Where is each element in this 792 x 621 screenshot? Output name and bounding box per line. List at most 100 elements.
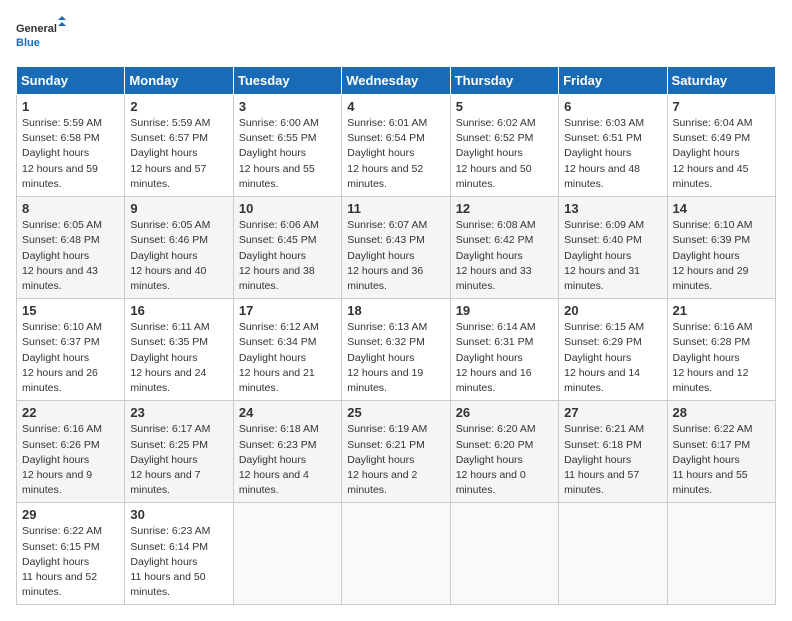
calendar-cell: 22 Sunrise: 6:16 AM Sunset: 6:26 PM Dayl… bbox=[17, 401, 125, 503]
calendar-cell: 27 Sunrise: 6:21 AM Sunset: 6:18 PM Dayl… bbox=[559, 401, 667, 503]
day-number: 13 bbox=[564, 201, 661, 216]
calendar-cell: 13 Sunrise: 6:09 AM Sunset: 6:40 PM Dayl… bbox=[559, 197, 667, 299]
svg-text:General: General bbox=[16, 23, 57, 35]
logo: General Blue bbox=[16, 16, 66, 56]
col-header-tuesday: Tuesday bbox=[233, 67, 341, 95]
calendar-cell: 12 Sunrise: 6:08 AM Sunset: 6:42 PM Dayl… bbox=[450, 197, 558, 299]
calendar-week-row-1: 1 Sunrise: 5:59 AM Sunset: 6:58 PM Dayli… bbox=[17, 95, 776, 197]
calendar-cell bbox=[450, 503, 558, 605]
day-number: 6 bbox=[564, 99, 661, 114]
day-number: 8 bbox=[22, 201, 119, 216]
col-header-friday: Friday bbox=[559, 67, 667, 95]
day-detail: Sunrise: 6:18 AM Sunset: 6:23 PM Dayligh… bbox=[239, 422, 336, 498]
day-number: 12 bbox=[456, 201, 553, 216]
day-detail: Sunrise: 6:16 AM Sunset: 6:28 PM Dayligh… bbox=[673, 320, 770, 396]
day-number: 16 bbox=[130, 303, 227, 318]
calendar-cell: 28 Sunrise: 6:22 AM Sunset: 6:17 PM Dayl… bbox=[667, 401, 775, 503]
day-number: 10 bbox=[239, 201, 336, 216]
calendar-cell: 15 Sunrise: 6:10 AM Sunset: 6:37 PM Dayl… bbox=[17, 299, 125, 401]
day-detail: Sunrise: 6:22 AM Sunset: 6:15 PM Dayligh… bbox=[22, 524, 119, 600]
day-number: 19 bbox=[456, 303, 553, 318]
day-detail: Sunrise: 6:12 AM Sunset: 6:34 PM Dayligh… bbox=[239, 320, 336, 396]
day-detail: Sunrise: 6:10 AM Sunset: 6:37 PM Dayligh… bbox=[22, 320, 119, 396]
day-detail: Sunrise: 6:23 AM Sunset: 6:14 PM Dayligh… bbox=[130, 524, 227, 600]
day-number: 14 bbox=[673, 201, 770, 216]
calendar-cell bbox=[233, 503, 341, 605]
svg-text:Blue: Blue bbox=[16, 37, 40, 49]
calendar-cell: 21 Sunrise: 6:16 AM Sunset: 6:28 PM Dayl… bbox=[667, 299, 775, 401]
col-header-thursday: Thursday bbox=[450, 67, 558, 95]
calendar-cell: 16 Sunrise: 6:11 AM Sunset: 6:35 PM Dayl… bbox=[125, 299, 233, 401]
day-detail: Sunrise: 6:11 AM Sunset: 6:35 PM Dayligh… bbox=[130, 320, 227, 396]
calendar-cell: 7 Sunrise: 6:04 AM Sunset: 6:49 PM Dayli… bbox=[667, 95, 775, 197]
day-number: 3 bbox=[239, 99, 336, 114]
day-detail: Sunrise: 6:21 AM Sunset: 6:18 PM Dayligh… bbox=[564, 422, 661, 498]
calendar-cell: 14 Sunrise: 6:10 AM Sunset: 6:39 PM Dayl… bbox=[667, 197, 775, 299]
calendar-cell: 10 Sunrise: 6:06 AM Sunset: 6:45 PM Dayl… bbox=[233, 197, 341, 299]
day-detail: Sunrise: 5:59 AM Sunset: 6:57 PM Dayligh… bbox=[130, 116, 227, 192]
calendar-cell: 23 Sunrise: 6:17 AM Sunset: 6:25 PM Dayl… bbox=[125, 401, 233, 503]
calendar-cell: 25 Sunrise: 6:19 AM Sunset: 6:21 PM Dayl… bbox=[342, 401, 450, 503]
col-header-sunday: Sunday bbox=[17, 67, 125, 95]
day-number: 23 bbox=[130, 405, 227, 420]
day-number: 26 bbox=[456, 405, 553, 420]
day-number: 28 bbox=[673, 405, 770, 420]
calendar-cell: 26 Sunrise: 6:20 AM Sunset: 6:20 PM Dayl… bbox=[450, 401, 558, 503]
calendar-cell: 24 Sunrise: 6:18 AM Sunset: 6:23 PM Dayl… bbox=[233, 401, 341, 503]
calendar-week-row-5: 29 Sunrise: 6:22 AM Sunset: 6:15 PM Dayl… bbox=[17, 503, 776, 605]
calendar-cell: 18 Sunrise: 6:13 AM Sunset: 6:32 PM Dayl… bbox=[342, 299, 450, 401]
day-number: 15 bbox=[22, 303, 119, 318]
col-header-saturday: Saturday bbox=[667, 67, 775, 95]
calendar-cell: 3 Sunrise: 6:00 AM Sunset: 6:55 PM Dayli… bbox=[233, 95, 341, 197]
day-detail: Sunrise: 6:07 AM Sunset: 6:43 PM Dayligh… bbox=[347, 218, 444, 294]
calendar-week-row-3: 15 Sunrise: 6:10 AM Sunset: 6:37 PM Dayl… bbox=[17, 299, 776, 401]
calendar-cell bbox=[342, 503, 450, 605]
calendar-cell: 9 Sunrise: 6:05 AM Sunset: 6:46 PM Dayli… bbox=[125, 197, 233, 299]
calendar-cell bbox=[667, 503, 775, 605]
day-detail: Sunrise: 5:59 AM Sunset: 6:58 PM Dayligh… bbox=[22, 116, 119, 192]
calendar-cell bbox=[559, 503, 667, 605]
day-number: 11 bbox=[347, 201, 444, 216]
day-number: 29 bbox=[22, 507, 119, 522]
day-detail: Sunrise: 6:05 AM Sunset: 6:46 PM Dayligh… bbox=[130, 218, 227, 294]
day-detail: Sunrise: 6:20 AM Sunset: 6:20 PM Dayligh… bbox=[456, 422, 553, 498]
calendar-cell: 2 Sunrise: 5:59 AM Sunset: 6:57 PM Dayli… bbox=[125, 95, 233, 197]
day-detail: Sunrise: 6:02 AM Sunset: 6:52 PM Dayligh… bbox=[456, 116, 553, 192]
col-header-monday: Monday bbox=[125, 67, 233, 95]
day-detail: Sunrise: 6:06 AM Sunset: 6:45 PM Dayligh… bbox=[239, 218, 336, 294]
day-number: 27 bbox=[564, 405, 661, 420]
calendar-week-row-4: 22 Sunrise: 6:16 AM Sunset: 6:26 PM Dayl… bbox=[17, 401, 776, 503]
day-number: 1 bbox=[22, 99, 119, 114]
day-detail: Sunrise: 6:19 AM Sunset: 6:21 PM Dayligh… bbox=[347, 422, 444, 498]
day-number: 20 bbox=[564, 303, 661, 318]
col-header-wednesday: Wednesday bbox=[342, 67, 450, 95]
calendar-cell: 19 Sunrise: 6:14 AM Sunset: 6:31 PM Dayl… bbox=[450, 299, 558, 401]
calendar-cell: 5 Sunrise: 6:02 AM Sunset: 6:52 PM Dayli… bbox=[450, 95, 558, 197]
day-number: 17 bbox=[239, 303, 336, 318]
calendar-cell: 20 Sunrise: 6:15 AM Sunset: 6:29 PM Dayl… bbox=[559, 299, 667, 401]
calendar-header-row: SundayMondayTuesdayWednesdayThursdayFrid… bbox=[17, 67, 776, 95]
day-detail: Sunrise: 6:04 AM Sunset: 6:49 PM Dayligh… bbox=[673, 116, 770, 192]
day-number: 2 bbox=[130, 99, 227, 114]
calendar-week-row-2: 8 Sunrise: 6:05 AM Sunset: 6:48 PM Dayli… bbox=[17, 197, 776, 299]
day-detail: Sunrise: 6:17 AM Sunset: 6:25 PM Dayligh… bbox=[130, 422, 227, 498]
day-detail: Sunrise: 6:00 AM Sunset: 6:55 PM Dayligh… bbox=[239, 116, 336, 192]
day-number: 5 bbox=[456, 99, 553, 114]
day-detail: Sunrise: 6:05 AM Sunset: 6:48 PM Dayligh… bbox=[22, 218, 119, 294]
day-number: 9 bbox=[130, 201, 227, 216]
calendar-cell: 17 Sunrise: 6:12 AM Sunset: 6:34 PM Dayl… bbox=[233, 299, 341, 401]
day-detail: Sunrise: 6:15 AM Sunset: 6:29 PM Dayligh… bbox=[564, 320, 661, 396]
calendar-cell: 1 Sunrise: 5:59 AM Sunset: 6:58 PM Dayli… bbox=[17, 95, 125, 197]
day-detail: Sunrise: 6:22 AM Sunset: 6:17 PM Dayligh… bbox=[673, 422, 770, 498]
day-number: 7 bbox=[673, 99, 770, 114]
calendar-table: SundayMondayTuesdayWednesdayThursdayFrid… bbox=[16, 66, 776, 605]
calendar-cell: 8 Sunrise: 6:05 AM Sunset: 6:48 PM Dayli… bbox=[17, 197, 125, 299]
day-detail: Sunrise: 6:14 AM Sunset: 6:31 PM Dayligh… bbox=[456, 320, 553, 396]
day-detail: Sunrise: 6:13 AM Sunset: 6:32 PM Dayligh… bbox=[347, 320, 444, 396]
day-detail: Sunrise: 6:03 AM Sunset: 6:51 PM Dayligh… bbox=[564, 116, 661, 192]
day-detail: Sunrise: 6:16 AM Sunset: 6:26 PM Dayligh… bbox=[22, 422, 119, 498]
calendar-cell: 6 Sunrise: 6:03 AM Sunset: 6:51 PM Dayli… bbox=[559, 95, 667, 197]
day-detail: Sunrise: 6:10 AM Sunset: 6:39 PM Dayligh… bbox=[673, 218, 770, 294]
day-detail: Sunrise: 6:09 AM Sunset: 6:40 PM Dayligh… bbox=[564, 218, 661, 294]
calendar-cell: 4 Sunrise: 6:01 AM Sunset: 6:54 PM Dayli… bbox=[342, 95, 450, 197]
